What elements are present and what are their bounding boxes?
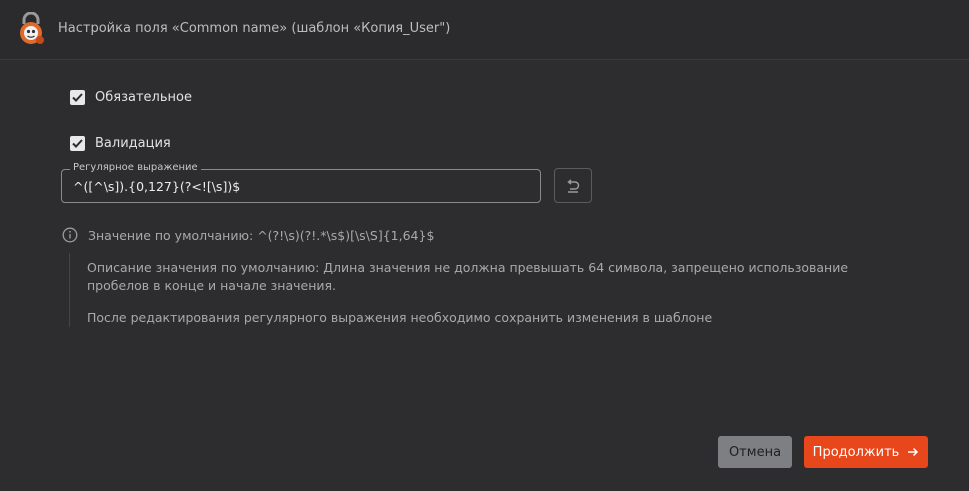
default-description: Описание значения по умолчанию: Длина зн…	[87, 260, 849, 293]
reset-regex-button[interactable]	[554, 168, 592, 203]
regex-input[interactable]: Регулярное выражение ^([^\s]).{0,127}(?<…	[61, 162, 541, 203]
cancel-button[interactable]: Отмена	[718, 436, 792, 468]
default-value-info: Значение по умолчанию: ^(?!\s)(?!.*\s$)[…	[62, 227, 434, 243]
checkmark-icon	[72, 93, 83, 102]
app-logo-icon	[16, 11, 46, 46]
regex-value[interactable]: ^([^\s]).{0,127}(?<![\s])$	[73, 179, 240, 194]
title-bar: Настройка поля «Common name» (шаблон «Ко…	[0, 0, 969, 60]
window-title: Настройка поля «Common name» (шаблон «Ко…	[58, 21, 451, 36]
validation-label: Валидация	[95, 136, 171, 151]
required-checkbox[interactable]	[70, 90, 85, 105]
description-block: Описание значения по умолчанию: Длина зн…	[69, 253, 899, 327]
continue-button[interactable]: Продолжить	[804, 436, 928, 468]
checkmark-icon	[72, 139, 83, 148]
validation-row[interactable]: Валидация	[70, 136, 171, 151]
info-icon	[62, 227, 78, 243]
required-row[interactable]: Обязательное	[70, 90, 192, 105]
cancel-label: Отмена	[728, 444, 782, 460]
save-note: После редактирования регулярного выражен…	[87, 310, 713, 325]
regex-legend: Регулярное выражение	[70, 162, 201, 173]
required-label: Обязательное	[95, 90, 192, 105]
continue-label: Продолжить	[812, 444, 900, 460]
undo-icon	[567, 178, 580, 193]
validation-checkbox[interactable]	[70, 136, 85, 151]
arrow-right-icon	[908, 447, 919, 457]
default-value-text: Значение по умолчанию: ^(?!\s)(?!.*\s$)[…	[88, 227, 435, 243]
